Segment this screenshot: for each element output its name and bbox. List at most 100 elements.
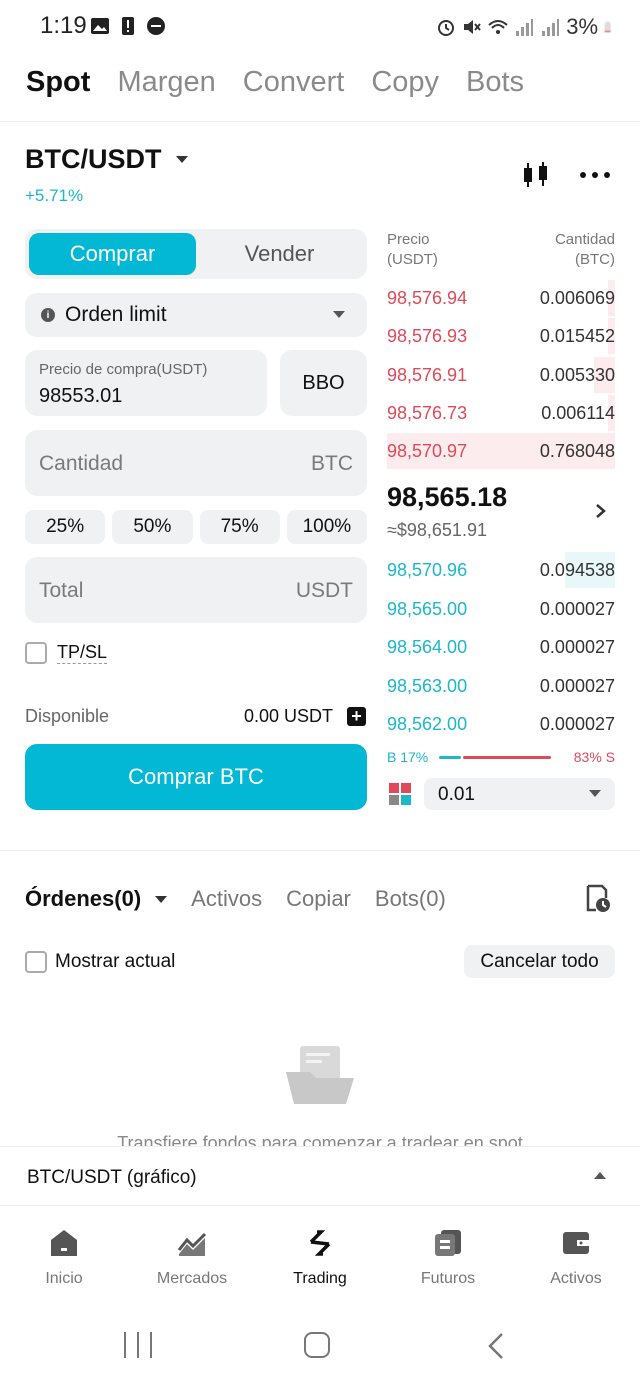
nav-inicio[interactable]: Inicio: [0, 1210, 128, 1300]
order-history-icon[interactable]: [584, 884, 612, 914]
add-funds-icon[interactable]: +: [347, 707, 366, 726]
nav-mercados[interactable]: Mercados: [128, 1210, 256, 1300]
depth-precision-value: 0.01: [438, 784, 475, 805]
sell-tab[interactable]: Vender: [196, 233, 363, 275]
ask-row[interactable]: 98,576.94 0.006069: [387, 280, 615, 316]
depth-precision-select[interactable]: 0.01: [424, 778, 615, 810]
wifi-icon: [488, 20, 508, 34]
candlestick-chart-icon[interactable]: [521, 160, 551, 190]
show-current-checkbox[interactable]: [25, 951, 47, 973]
back-icon[interactable]: [486, 1332, 506, 1360]
tab-spot[interactable]: Spot: [26, 66, 90, 99]
ask-qty: 0.006069: [539, 288, 615, 308]
buy-btc-button[interactable]: Comprar BTC: [25, 744, 367, 810]
percent-50-button[interactable]: 50%: [112, 510, 193, 544]
home-button-icon[interactable]: [304, 1332, 330, 1358]
tab-assets[interactable]: Activos: [191, 886, 262, 912]
system-nav: [0, 1310, 640, 1387]
tab-copy[interactable]: Copy: [371, 66, 439, 99]
show-current-toggle[interactable]: Mostrar actual: [25, 951, 175, 973]
more-options-icon[interactable]: [580, 162, 614, 188]
bid-row[interactable]: 98,563.00 0.000027: [387, 668, 615, 704]
percent-75-button[interactable]: 75%: [199, 510, 280, 544]
ask-row[interactable]: 98,576.91 0.005330: [387, 357, 615, 393]
tpsl-toggle[interactable]: TP/SL: [25, 642, 108, 664]
percent-100-button[interactable]: 100%: [286, 510, 367, 544]
sell-ratio: 83% S: [573, 749, 615, 765]
nav-label: Activos: [550, 1270, 602, 1287]
nav-activos[interactable]: Activos: [512, 1210, 640, 1300]
percent-25-button[interactable]: 25%: [25, 510, 106, 544]
tab-copy-orders[interactable]: Copiar: [286, 886, 351, 912]
ask-price: 98,576.93: [387, 326, 468, 346]
ask-row[interactable]: 98,570.97 0.768048: [387, 433, 615, 469]
bid-row[interactable]: 98,564.00 0.000027: [387, 629, 615, 665]
amount-input[interactable]: Cantidad BTC: [25, 430, 367, 496]
bbo-button[interactable]: BBO: [280, 350, 367, 416]
buy-tab[interactable]: Comprar: [29, 233, 196, 275]
signal-icon: [516, 19, 534, 36]
price-input[interactable]: Precio de compra(USDT) 98553.01: [25, 350, 267, 416]
chevron-down-icon: [155, 895, 168, 903]
amount-unit: BTC: [311, 452, 353, 475]
ask-row[interactable]: 98,576.73 0.006114: [387, 395, 615, 431]
recent-apps-icon[interactable]: [124, 1332, 152, 1360]
order-type-select[interactable]: i Orden limit: [25, 293, 367, 337]
ask-price: 98,570.97: [387, 441, 468, 461]
chevron-down-icon: [589, 790, 601, 797]
total-placeholder: Total: [39, 579, 84, 602]
chart-toggle-bar[interactable]: BTC/USDT (gráfico): [0, 1146, 640, 1206]
bid-price: 98,570.96: [387, 560, 468, 580]
empty-folder-icon: [286, 1046, 354, 1104]
buy-sell-toggle: Comprar Vender: [25, 229, 367, 279]
price-value: 98553.01: [39, 385, 123, 407]
mute-icon: [464, 20, 481, 34]
top-tabs: Spot Margen Convert Copy Bots: [26, 66, 524, 99]
nav-futuros[interactable]: Futuros: [384, 1210, 512, 1300]
bid-qty: 0.000027: [539, 599, 615, 619]
chevron-down-icon: [333, 311, 345, 318]
bid-row[interactable]: 98,562.00 0.000027: [387, 706, 615, 742]
chevron-right-icon[interactable]: [594, 500, 608, 522]
chevron-down-icon: [175, 156, 188, 163]
trading-icon: [309, 1230, 331, 1256]
alarm-icon: [438, 20, 455, 36]
bottom-nav: Inicio Mercados Trading Futuros Activos: [0, 1210, 640, 1300]
ask-row[interactable]: 98,576.93 0.015452: [387, 318, 615, 354]
status-time: 1:19: [40, 12, 87, 39]
order-book-layout-icon[interactable]: [388, 782, 412, 806]
tpsl-checkbox[interactable]: [25, 642, 47, 664]
buy-ratio-bar: [439, 756, 461, 759]
bid-row[interactable]: 98,565.00 0.000027: [387, 591, 615, 627]
notification-icons: [90, 16, 166, 36]
info-icon: i: [41, 308, 55, 322]
bid-price: 98,565.00: [387, 599, 468, 619]
nav-label: Inicio: [45, 1270, 83, 1287]
futures-icon: [435, 1230, 461, 1256]
tab-bots-orders[interactable]: Bots(0): [375, 886, 446, 912]
signal-icon-2: [542, 19, 560, 36]
buy-ratio: B 17%: [387, 749, 429, 765]
nav-trading[interactable]: Trading: [256, 1210, 384, 1300]
ob-price-header-line2: (USDT): [387, 251, 438, 268]
tab-convert[interactable]: Convert: [243, 66, 345, 99]
tab-orders[interactable]: Órdenes(0): [25, 886, 168, 912]
ask-qty: 0.006114: [541, 403, 615, 423]
ask-qty: 0.005330: [539, 365, 615, 385]
price-label: Precio de compra(USDT): [39, 361, 208, 378]
do-not-disturb-icon: [147, 17, 165, 35]
cancel-all-button[interactable]: Cancelar todo: [464, 945, 615, 978]
ob-qty-header-line1: Cantidad: [554, 231, 615, 248]
status-right: 3%: [436, 14, 616, 40]
empty-state-clip: Transfiere fondos para comenzar a tradea…: [0, 1130, 640, 1146]
ask-qty: 0.015452: [539, 326, 615, 346]
orders-tabs: Órdenes(0) Activos Copiar Bots(0): [25, 886, 446, 912]
total-input[interactable]: Total USDT: [25, 557, 367, 623]
top-divider: [0, 121, 640, 122]
pair-selector[interactable]: BTC/USDT: [25, 144, 188, 175]
empty-state-text: Transfiere fondos para comenzar a tradea…: [117, 1133, 523, 1146]
home-icon: [51, 1230, 77, 1256]
tab-margen[interactable]: Margen: [117, 66, 215, 99]
bid-row[interactable]: 98,570.96 0.094538: [387, 552, 615, 588]
tab-bots[interactable]: Bots: [466, 66, 524, 99]
